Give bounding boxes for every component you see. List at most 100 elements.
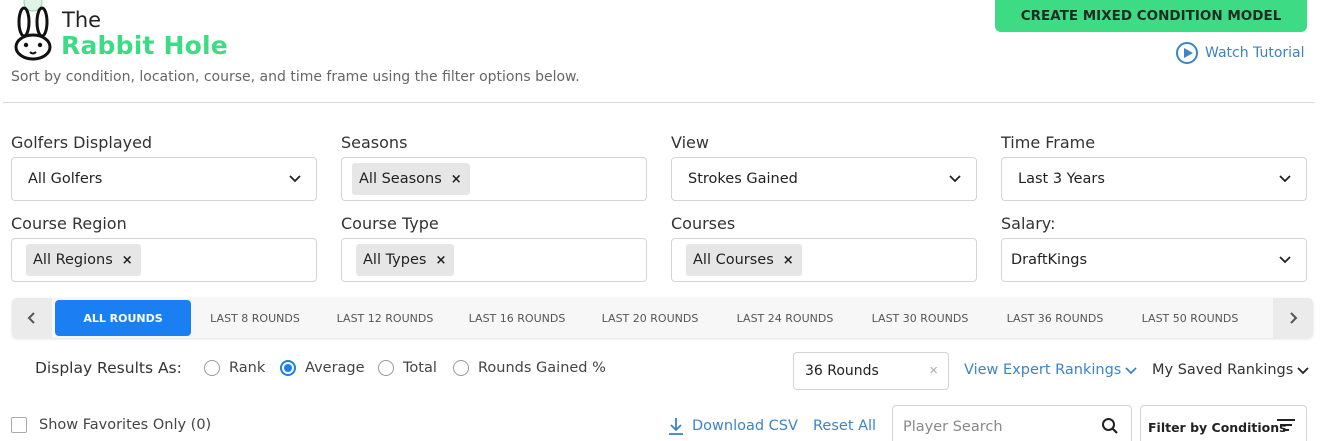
tab-last-16-rounds[interactable]: LAST 16 ROUNDS xyxy=(462,300,572,336)
tab-all-rounds[interactable]: ALL ROUNDS xyxy=(55,300,191,336)
time-frame-select[interactable]: Last 3 Years xyxy=(1001,157,1307,201)
download-csv-label: Download CSV xyxy=(692,418,798,434)
rounds-count-select[interactable]: 36 Rounds × xyxy=(793,352,949,390)
radio-average[interactable]: Average xyxy=(280,360,365,376)
filter-lines-icon xyxy=(1277,419,1295,431)
seasons-label: Seasons xyxy=(341,133,408,152)
course-region-multiselect[interactable]: All Regions × xyxy=(11,238,317,282)
filter-by-conditions-button[interactable]: Filter by Conditions xyxy=(1140,405,1307,441)
tab-label: LAST 24 ROUNDS xyxy=(736,311,834,325)
chip-remove-icon[interactable]: × xyxy=(435,253,446,268)
play-circle-icon xyxy=(1176,42,1198,64)
my-saved-rankings-dropdown[interactable]: My Saved Rankings xyxy=(1152,362,1309,378)
clear-icon[interactable]: × xyxy=(929,362,938,379)
tab-label: LAST 20 ROUNDS xyxy=(601,311,699,325)
reset-all-link[interactable]: Reset All xyxy=(813,418,876,434)
chevron-down-icon xyxy=(1279,175,1291,183)
rounds-tab-bar: ALL ROUNDS LAST 8 ROUNDS LAST 12 ROUNDS … xyxy=(12,298,1313,338)
scroll-right-button[interactable] xyxy=(1273,298,1313,338)
page-subtitle: Sort by condition, location, course, and… xyxy=(11,69,580,85)
type-chip: All Types × xyxy=(356,244,455,276)
course-type-multiselect[interactable]: All Types × xyxy=(341,238,647,282)
filter-conditions-label: Filter by Conditions xyxy=(1148,419,1287,435)
golfers-displayed-select[interactable]: All Golfers xyxy=(11,157,317,201)
chevron-right-icon xyxy=(1290,312,1298,324)
download-icon xyxy=(669,418,683,435)
tab-last-20-rounds[interactable]: LAST 20 ROUNDS xyxy=(595,300,705,336)
rounds-count-value: 36 Rounds xyxy=(805,363,879,379)
radio-selected-icon xyxy=(280,360,296,376)
courses-label: Courses xyxy=(671,214,736,233)
radio-rank[interactable]: Rank xyxy=(204,360,265,376)
tab-last-50-rounds[interactable]: LAST 50 ROUNDS xyxy=(1135,300,1245,336)
chip-remove-icon[interactable]: × xyxy=(783,253,794,268)
watch-tutorial-label: Watch Tutorial xyxy=(1205,45,1305,61)
watch-tutorial-link[interactable]: Watch Tutorial xyxy=(1176,42,1305,64)
brand-name: Rabbit Hole xyxy=(61,31,228,60)
tab-last-30-rounds[interactable]: LAST 30 ROUNDS xyxy=(865,300,975,336)
time-frame-value: Last 3 Years xyxy=(1018,171,1105,187)
chip-label: All Seasons xyxy=(359,171,442,187)
tab-label: LAST 16 ROUNDS xyxy=(468,311,566,325)
chevron-down-icon xyxy=(289,175,301,183)
chevron-down-icon xyxy=(1125,367,1137,375)
show-favorites-checkbox[interactable]: Show Favorites Only (0) xyxy=(11,417,211,433)
favorites-label: Show Favorites Only (0) xyxy=(39,417,212,433)
tab-label: LAST 50 ROUNDS xyxy=(1141,311,1239,325)
radio-circle-icon xyxy=(378,360,394,376)
chip-remove-icon[interactable]: × xyxy=(122,253,133,268)
salary-select[interactable]: DraftKings xyxy=(1001,238,1307,282)
time-frame-label: Time Frame xyxy=(1001,133,1096,152)
view-label: View xyxy=(671,133,709,152)
chip-label: All Regions xyxy=(33,252,113,268)
course-region-label: Course Region xyxy=(11,214,127,233)
radio-circle-icon xyxy=(204,360,220,376)
create-mixed-condition-model-button[interactable]: CREATE MIXED CONDITION MODEL xyxy=(995,0,1307,32)
header-divider xyxy=(3,102,1315,103)
salary-value: DraftKings xyxy=(1011,252,1088,268)
tab-label: LAST 8 ROUNDS xyxy=(210,311,300,325)
seasons-multiselect[interactable]: All Seasons × xyxy=(341,157,647,201)
view-expert-rankings-dropdown[interactable]: View Expert Rankings xyxy=(964,362,1137,378)
search-icon[interactable] xyxy=(1101,417,1119,435)
tab-last-12-rounds[interactable]: LAST 12 ROUNDS xyxy=(330,300,440,336)
tab-label: LAST 36 ROUNDS xyxy=(1006,311,1104,325)
saved-rankings-label: My Saved Rankings xyxy=(1152,362,1294,378)
player-search-placeholder: Player Search xyxy=(903,419,1003,435)
download-csv-link[interactable]: Download CSV xyxy=(668,417,798,435)
expert-rankings-label: View Expert Rankings xyxy=(964,362,1122,378)
view-select[interactable]: Strokes Gained xyxy=(671,157,977,201)
salary-label: Salary: xyxy=(1001,214,1056,233)
tab-last-24-rounds[interactable]: LAST 24 ROUNDS xyxy=(730,300,840,336)
radio-total[interactable]: Total xyxy=(378,360,437,376)
course-type-label: Course Type xyxy=(341,214,439,233)
chevron-left-icon xyxy=(27,312,35,324)
chip-label: All Courses xyxy=(693,252,774,268)
region-chip: All Regions × xyxy=(26,244,141,276)
tab-last-36-rounds[interactable]: LAST 36 ROUNDS xyxy=(1000,300,1110,336)
radio-rounds-gained[interactable]: Rounds Gained % xyxy=(453,360,606,376)
rabbit-logo-icon xyxy=(14,0,52,61)
tab-label: LAST 30 ROUNDS xyxy=(871,311,969,325)
chip-remove-icon[interactable]: × xyxy=(451,172,462,187)
courses-chip: All Courses × xyxy=(686,244,802,276)
tab-last-8-rounds[interactable]: LAST 8 ROUNDS xyxy=(201,300,309,336)
golfers-displayed-value: All Golfers xyxy=(28,171,103,187)
chevron-down-icon xyxy=(949,175,961,183)
courses-multiselect[interactable]: All Courses × xyxy=(671,238,977,282)
create-button-label: CREATE MIXED CONDITION MODEL xyxy=(1020,7,1282,24)
radio-label: Rounds Gained % xyxy=(478,360,606,376)
radio-label: Rank xyxy=(229,360,266,376)
radio-circle-icon xyxy=(453,360,469,376)
chevron-down-icon xyxy=(1279,256,1291,264)
display-results-label: Display Results As: xyxy=(35,359,182,377)
radio-label: Average xyxy=(305,360,365,376)
tab-label: LAST 12 ROUNDS xyxy=(336,311,434,325)
chevron-down-icon xyxy=(1297,367,1309,375)
scroll-left-button[interactable] xyxy=(12,298,52,338)
player-search-input[interactable]: Player Search xyxy=(892,405,1132,441)
radio-label: Total xyxy=(403,360,437,376)
golfers-displayed-label: Golfers Displayed xyxy=(11,133,153,152)
checkbox-icon xyxy=(11,417,27,433)
view-value: Strokes Gained xyxy=(688,171,798,187)
